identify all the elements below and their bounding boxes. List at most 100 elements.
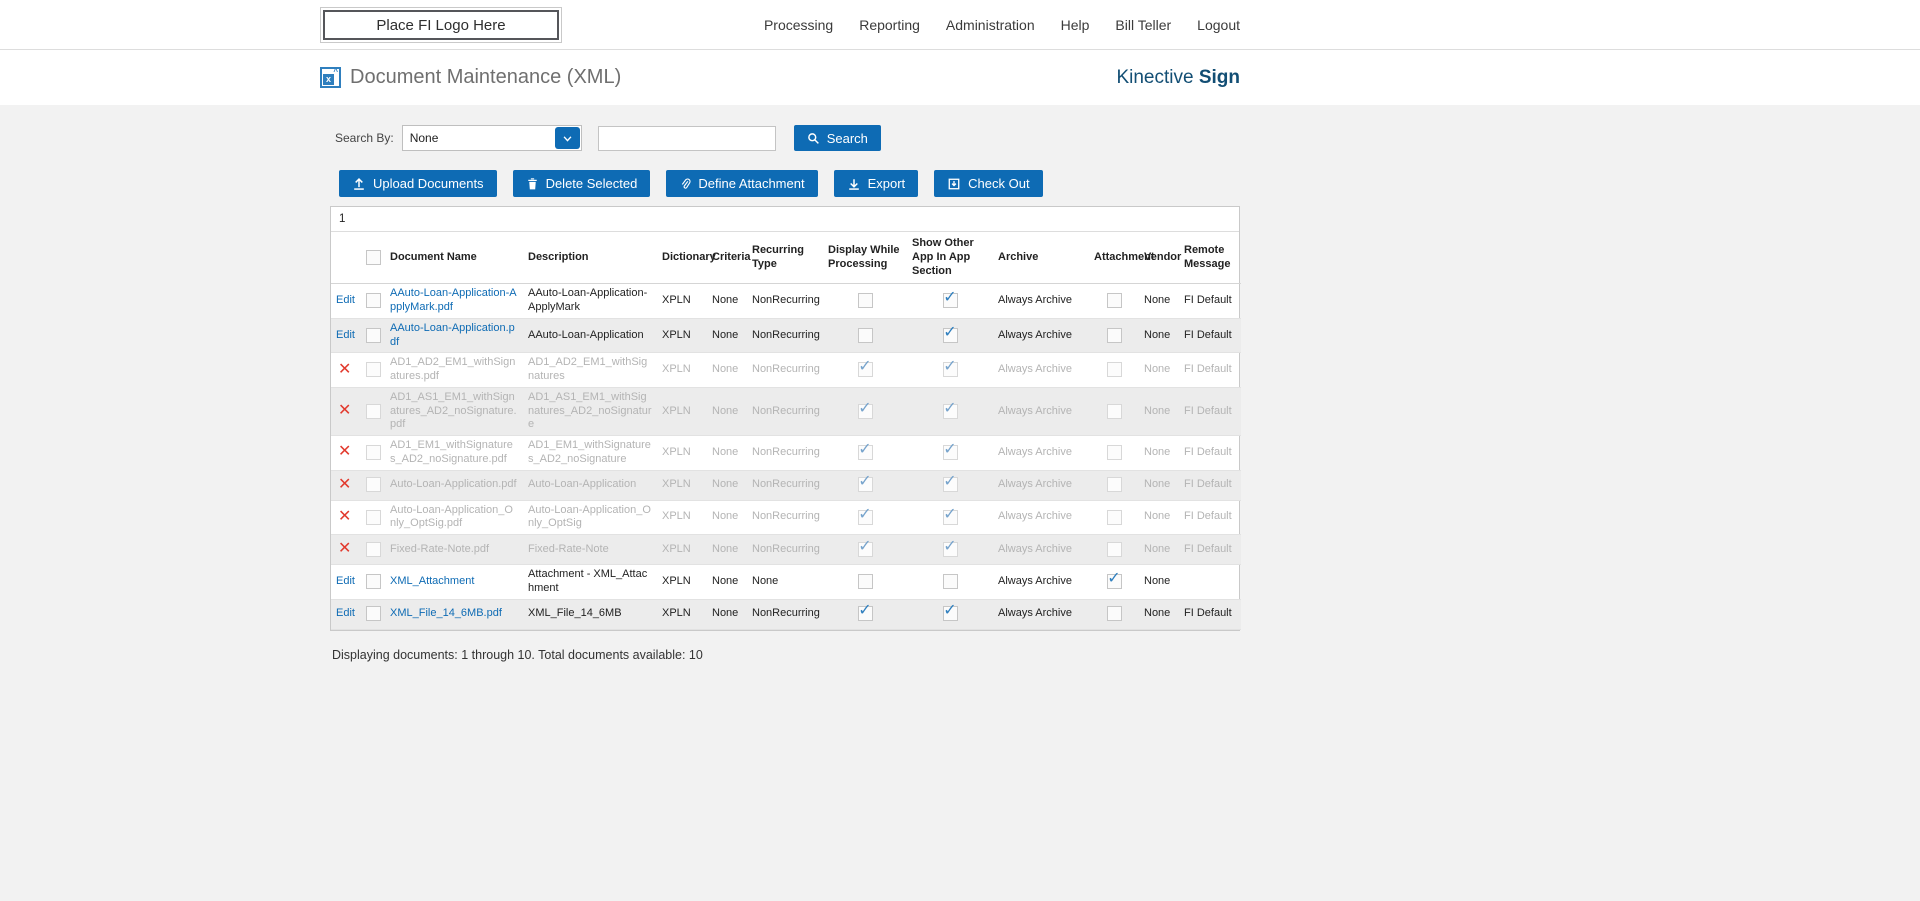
- dictionary-cell: XPLN: [662, 478, 691, 491]
- document-name-link[interactable]: XML_Attachment: [390, 575, 474, 587]
- archive-cell: Always Archive: [998, 445, 1072, 458]
- row-checkbox[interactable]: [366, 293, 381, 309]
- search-input[interactable]: [597, 125, 776, 151]
- table-row: ✕ Auto-Loan-Application_Only_OptSig.pdf …: [331, 500, 1241, 535]
- display-while-processing-checkbox[interactable]: [857, 509, 873, 525]
- show-other-app-checkbox[interactable]: [942, 574, 958, 590]
- row-checkbox[interactable]: [366, 403, 381, 419]
- table-row: ✕ Fixed-Rate-Note.pdf Fixed-Rate-Note XP…: [331, 534, 1241, 565]
- criteria-cell: None: [712, 363, 739, 376]
- attachment-checkbox[interactable]: [1106, 541, 1122, 557]
- attachment-checkbox[interactable]: [1106, 293, 1122, 309]
- row-checkbox[interactable]: [366, 574, 381, 590]
- nav-reporting[interactable]: Reporting: [859, 17, 920, 33]
- col-action: [331, 232, 361, 285]
- search-button[interactable]: Search: [793, 125, 881, 151]
- show-other-app-checkbox[interactable]: [942, 327, 958, 343]
- search-by-dropdown[interactable]: None: [401, 125, 582, 151]
- document-name-link[interactable]: Auto-Loan-Application_Only_OptSig.pdf: [390, 504, 513, 530]
- document-name-link[interactable]: AAuto-Loan-Application.pdf: [390, 322, 515, 348]
- edit-link[interactable]: Edit: [336, 607, 355, 619]
- show-other-app-checkbox[interactable]: [942, 293, 958, 309]
- row-checkbox[interactable]: [366, 327, 381, 343]
- attachment-checkbox[interactable]: [1106, 403, 1122, 419]
- display-while-processing-checkbox[interactable]: [857, 606, 873, 622]
- display-while-processing-checkbox[interactable]: [857, 293, 873, 309]
- display-while-processing-checkbox[interactable]: [857, 327, 873, 343]
- table-row: ✕ AD1_AD2_EM1_withSignatures.pdf AD1_AD2…: [331, 353, 1241, 388]
- attachment-checkbox[interactable]: [1106, 606, 1122, 622]
- display-while-processing-checkbox[interactable]: [857, 362, 873, 378]
- edit-link[interactable]: Edit: [336, 575, 355, 587]
- archive-cell: Always Archive: [998, 294, 1072, 307]
- row-checkbox[interactable]: [366, 362, 381, 378]
- show-other-app-checkbox[interactable]: [942, 403, 958, 419]
- upload-documents-button[interactable]: Upload Documents: [339, 170, 497, 197]
- recurring-type-cell: NonRecurring: [752, 607, 820, 620]
- remote-message-cell: FI Default: [1184, 478, 1232, 491]
- delete-x-icon[interactable]: ✕: [336, 508, 351, 525]
- display-while-processing-checkbox[interactable]: [857, 445, 873, 461]
- document-name-link[interactable]: AD1_AD2_EM1_withSignatures.pdf: [390, 356, 515, 382]
- display-while-processing-checkbox[interactable]: [857, 403, 873, 419]
- button-label: Delete Selected: [545, 176, 638, 191]
- attachment-checkbox[interactable]: [1106, 445, 1122, 461]
- row-checkbox[interactable]: [366, 541, 381, 557]
- delete-selected-button[interactable]: Delete Selected: [512, 170, 651, 197]
- table-row: ✕ AD1_EM1_withSignatures_AD2_noSignature…: [331, 436, 1241, 470]
- delete-x-icon[interactable]: ✕: [336, 361, 351, 378]
- show-other-app-checkbox[interactable]: [942, 541, 958, 557]
- select-all-checkbox[interactable]: [366, 250, 381, 266]
- document-name-link[interactable]: Fixed-Rate-Note.pdf: [390, 543, 489, 555]
- row-checkbox[interactable]: [366, 509, 381, 525]
- show-other-app-checkbox[interactable]: [942, 445, 958, 461]
- display-while-processing-checkbox[interactable]: [857, 574, 873, 590]
- table-row: Edit XML_File_14_6MB.pdf XML_File_14_6MB…: [331, 599, 1241, 629]
- attachment-checkbox[interactable]: [1106, 509, 1122, 525]
- show-other-app-checkbox[interactable]: [942, 509, 958, 525]
- edit-link[interactable]: Edit: [336, 329, 355, 341]
- nav-processing[interactable]: Processing: [764, 17, 833, 33]
- recurring-type-cell: NonRecurring: [752, 478, 820, 491]
- document-name-link[interactable]: Auto-Loan-Application.pdf: [390, 478, 517, 490]
- delete-x-icon[interactable]: ✕: [336, 402, 351, 419]
- criteria-cell: None: [712, 607, 739, 620]
- display-while-processing-checkbox[interactable]: [857, 477, 873, 493]
- delete-x-icon[interactable]: ✕: [336, 476, 351, 493]
- chevron-down-icon[interactable]: [554, 127, 580, 149]
- document-name-link[interactable]: XML_File_14_6MB.pdf: [390, 607, 502, 619]
- edit-link[interactable]: Edit: [336, 294, 355, 306]
- nav-logout[interactable]: Logout: [1197, 17, 1240, 33]
- dictionary-cell: XPLN: [662, 607, 691, 620]
- delete-x-icon[interactable]: ✕: [336, 540, 351, 557]
- show-other-app-checkbox[interactable]: [942, 362, 958, 378]
- attachment-checkbox[interactable]: [1106, 477, 1122, 493]
- nav-help[interactable]: Help: [1061, 17, 1090, 33]
- document-name-link[interactable]: AAuto-Loan-Application-ApplyMark.pdf: [390, 287, 517, 313]
- top-bar: Place FI Logo Here Processing Reporting …: [0, 0, 1920, 50]
- row-checkbox[interactable]: [366, 477, 381, 493]
- criteria-cell: None: [712, 404, 739, 417]
- nav-administration[interactable]: Administration: [946, 17, 1035, 33]
- document-name-link[interactable]: AD1_EM1_withSignatures_AD2_noSignature.p…: [390, 439, 513, 465]
- show-other-app-checkbox[interactable]: [942, 606, 958, 622]
- delete-x-icon[interactable]: ✕: [336, 443, 351, 460]
- attachment-checkbox[interactable]: [1106, 574, 1122, 590]
- show-other-app-checkbox[interactable]: [942, 477, 958, 493]
- display-while-processing-checkbox[interactable]: [857, 541, 873, 557]
- attachment-checkbox[interactable]: [1106, 362, 1122, 378]
- row-checkbox[interactable]: [366, 606, 381, 622]
- row-checkbox[interactable]: [366, 445, 381, 461]
- attachment-checkbox[interactable]: [1106, 327, 1122, 343]
- remote-message-cell: [1179, 565, 1241, 600]
- col-show-other-app: Show Other App In App Section: [907, 232, 993, 285]
- document-name-link[interactable]: AD1_AS1_EM1_withSignatures_AD2_noSignatu…: [390, 391, 517, 431]
- col-dictionary: Dictionary: [657, 232, 716, 285]
- description-cell: AAuto-Loan-Application-ApplyMark: [528, 287, 648, 313]
- nav-user-bill-teller[interactable]: Bill Teller: [1115, 17, 1171, 33]
- check-out-button[interactable]: Check Out: [934, 170, 1043, 197]
- export-button[interactable]: Export: [833, 170, 919, 197]
- define-attachment-button[interactable]: Define Attachment: [666, 170, 818, 197]
- download-icon: [847, 177, 861, 191]
- page-number[interactable]: 1: [336, 213, 348, 225]
